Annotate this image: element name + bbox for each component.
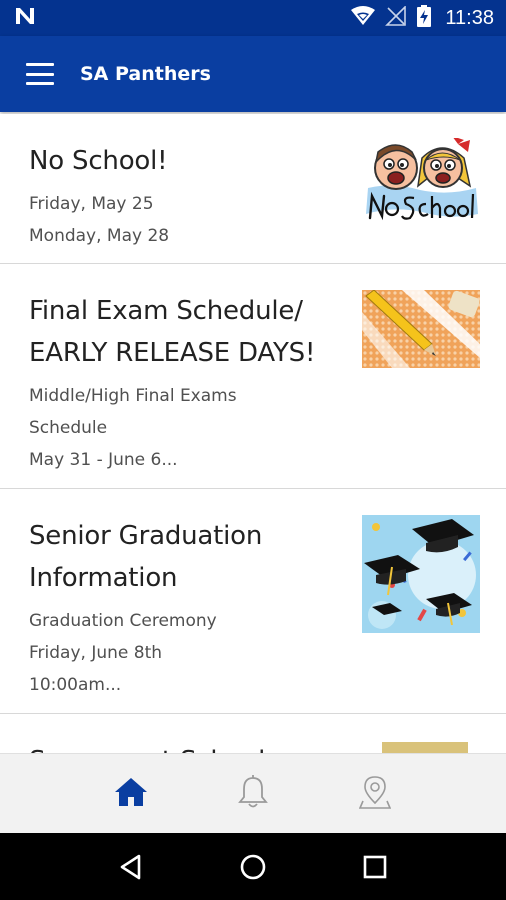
news-line: Friday, May 25	[29, 194, 154, 214]
no-signal-icon	[385, 5, 407, 30]
news-title: No School!	[29, 146, 168, 176]
pencil-answer-sheet-image	[362, 290, 480, 368]
tab-locations[interactable]	[345, 764, 405, 824]
news-line: May 31 - June 6...	[29, 450, 178, 470]
system-nav-bar	[0, 833, 506, 900]
tab-notifications[interactable]	[223, 764, 283, 824]
news-item[interactable]: No School! Friday, May 25 Monday, May 28	[0, 114, 506, 264]
best-sign-image: BEST	[382, 742, 468, 753]
news-line: Middle/High Final Exams	[29, 386, 237, 406]
news-item[interactable]: Summer at School BEST	[0, 714, 506, 753]
no-school-kids-image	[362, 138, 480, 230]
news-title: Final Exam Schedule/ EARLY RELEASE DAYS!	[29, 296, 316, 368]
battery-charging-icon	[417, 5, 432, 31]
bell-icon	[238, 774, 268, 813]
news-line: Graduation Ceremony	[29, 611, 217, 631]
news-title: Senior Graduation Information	[29, 521, 263, 593]
status-time: 11:38	[445, 6, 494, 29]
news-list[interactable]: No School! Friday, May 25 Monday, May 28	[0, 114, 506, 753]
news-line: 10:00am...	[29, 675, 122, 695]
app-title: SA Panthers	[80, 63, 211, 85]
news-line: Monday, May 28	[29, 226, 170, 246]
hamburger-menu-icon[interactable]	[26, 63, 54, 85]
bottom-nav	[0, 753, 506, 833]
status-bar: 11:38	[0, 0, 506, 36]
news-item[interactable]: Senior Graduation Information Graduation…	[0, 489, 506, 714]
home-circle-icon[interactable]	[228, 842, 278, 892]
tab-home[interactable]	[101, 764, 161, 824]
home-icon	[114, 777, 148, 811]
back-icon[interactable]	[106, 842, 156, 892]
wifi-icon	[351, 6, 376, 30]
app-bar: SA Panthers	[0, 36, 506, 112]
news-line: Friday, June 8th	[29, 643, 163, 663]
news-line: Schedule	[29, 418, 108, 438]
graduation-caps-image	[362, 515, 480, 633]
notification-n-icon	[14, 6, 36, 30]
news-item[interactable]: Final Exam Schedule/ EARLY RELEASE DAYS!…	[0, 264, 506, 489]
news-title: Summer at School	[29, 740, 356, 753]
recents-icon[interactable]	[350, 842, 400, 892]
map-pin-icon	[358, 775, 392, 813]
